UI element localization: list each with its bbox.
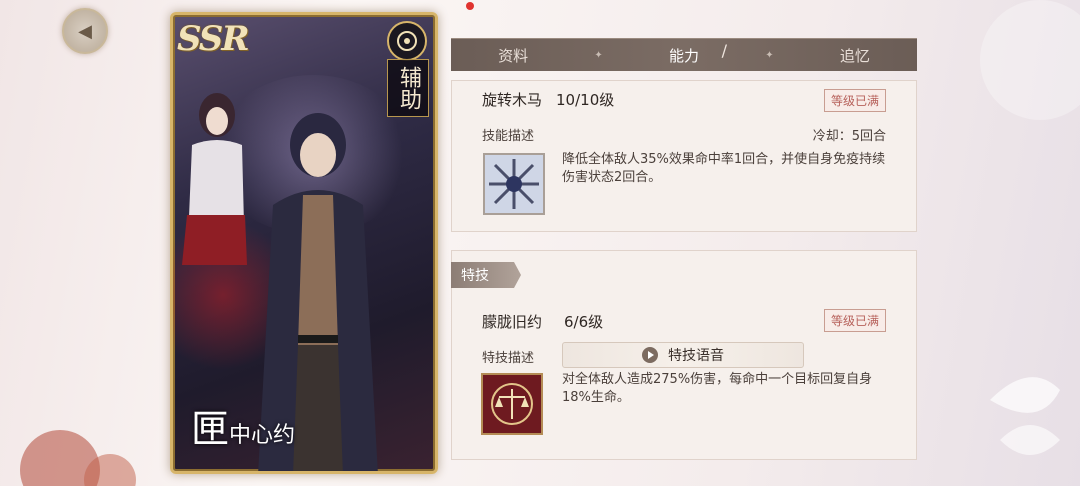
special-name: 朦胧旧约 [482, 313, 543, 331]
skill-description: 降低全体敌人35%效果命中率1回合，并使自身免疫持续伤害状态2回合。 [562, 152, 886, 185]
tab-bar: 资料 ✦ 能力 / ✦ 追忆 [451, 38, 917, 71]
tab-separator: ✦ [765, 49, 774, 61]
special-desc-label: 特技描述 [482, 351, 535, 366]
voice-button-label: 特技语音 [668, 348, 724, 364]
pen-icon: / [721, 40, 727, 60]
side-character [182, 93, 247, 265]
tab-ability[interactable]: 能力 / [641, 41, 727, 66]
character-card[interactable]: SSR 辅助 匣中心约 [170, 12, 438, 474]
special-description: 对全体敌人造成275%伤害，每命中一个目标回复自身18%生命。 [562, 372, 873, 405]
character-name-big: 匣 [191, 407, 230, 451]
scales-special-icon[interactable] [481, 373, 543, 435]
tab-profile[interactable]: 资料 [470, 45, 556, 66]
skill-name: 旋转木马 [482, 91, 543, 109]
skill-desc-label: 技能描述 [482, 129, 535, 144]
back-icon: ◀ [78, 20, 92, 42]
skill-cooldown: 冷却：5回合 [812, 129, 886, 144]
special-section-header: 特技 [451, 262, 521, 288]
class-label: 辅助 [387, 59, 429, 117]
special-voice-button[interactable]: 特技语音 [562, 342, 804, 368]
skill-maxed-badge: 等级已满 [823, 89, 886, 112]
skill-panel: 旋转木马 10/10级 等级已满 技能描述 冷却：5回合 降低全体敌人35%效果… [451, 80, 917, 232]
character-name: 匣中心约 [191, 398, 295, 453]
skill-level: 10/10级 [556, 91, 615, 109]
special-maxed-badge: 等级已满 [823, 309, 886, 332]
tab-separator: ✦ [594, 49, 603, 61]
tab-memory[interactable]: 追忆 [812, 45, 898, 66]
support-class-icon [387, 21, 427, 61]
character-name-small: 中心约 [229, 423, 296, 448]
back-button[interactable]: ◀ [62, 8, 108, 54]
special-level: 6/6级 [564, 313, 604, 331]
play-icon [642, 347, 658, 363]
rarity-badge: SSR [177, 19, 250, 59]
tab-ability-label: 能力 [668, 46, 699, 65]
carousel-skill-icon[interactable] [483, 153, 545, 215]
